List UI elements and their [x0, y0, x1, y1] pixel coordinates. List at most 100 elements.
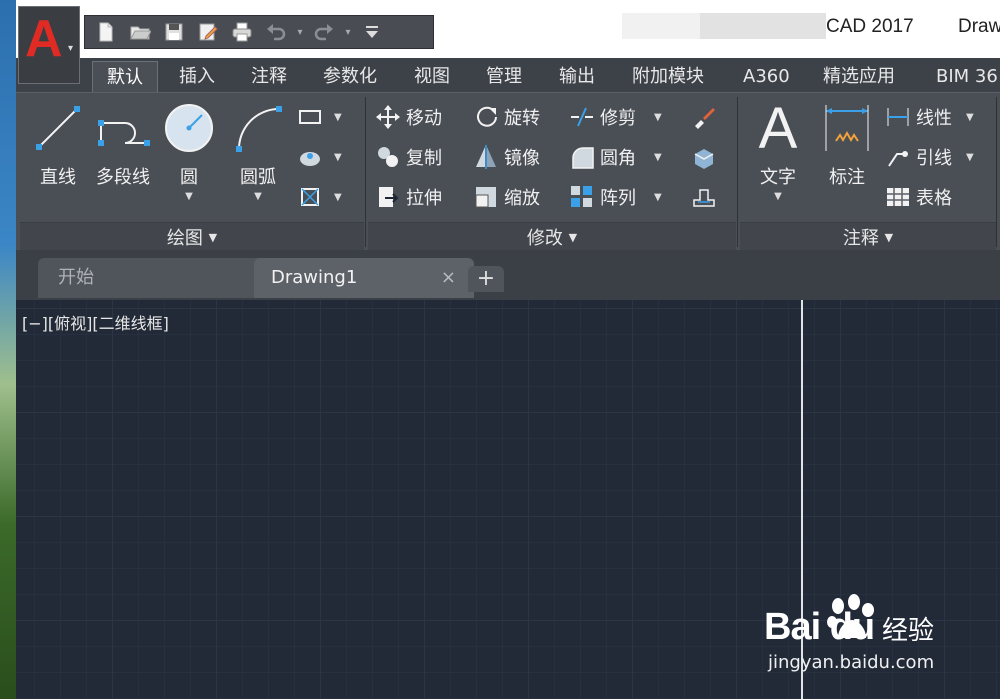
dimension-label: 标注 — [829, 167, 865, 188]
polyline-icon — [95, 99, 151, 157]
new-file-icon[interactable] — [91, 18, 121, 46]
arc-label: 圆弧 — [240, 167, 276, 188]
redo-icon[interactable] — [309, 18, 339, 46]
viewport-controls[interactable]: [−][俯视][二维线框] — [22, 310, 169, 334]
copy-label: 复制 — [406, 148, 442, 169]
chevron-down-icon: ▾ — [67, 43, 73, 54]
scale-button[interactable]: 缩放 — [472, 183, 540, 211]
new-tab-button[interactable]: + — [468, 266, 504, 292]
arc-button[interactable]: 圆弧 ▼ — [228, 99, 288, 202]
panel-divider — [737, 97, 738, 247]
rotate-label: 旋转 — [504, 108, 540, 129]
leader-button[interactable]: 引线 ▼ — [884, 143, 974, 171]
line-button[interactable]: 直线 — [28, 99, 88, 189]
rectangle-button[interactable]: ▼ — [296, 103, 342, 131]
print-icon[interactable] — [227, 18, 257, 46]
draw-panel-footer[interactable]: 绘图 ▼ — [20, 222, 364, 251]
region-button[interactable]: ▼ — [296, 183, 342, 211]
chevron-down-icon: ▼ — [884, 230, 894, 244]
chevron-down-icon[interactable]: ▼ — [160, 191, 218, 202]
document-title: Draw — [958, 16, 1000, 37]
polyline-button[interactable]: 多段线 — [90, 99, 156, 189]
tab-addins[interactable]: 附加模块 — [632, 61, 704, 92]
application-menu-button[interactable]: A ▾ — [18, 6, 80, 84]
draw-panel-title: 绘图 — [166, 228, 203, 249]
draw-panel: 直线 多段线 圆 ▼ 圆弧 ▼ ▼ ▼ ▼ 绘图 ▼ — [20, 93, 364, 251]
tab-bim360[interactable]: BIM 36 — [936, 61, 998, 92]
tab-annotate[interactable]: 注释 — [251, 61, 287, 92]
region-icon — [296, 183, 324, 211]
trim-button[interactable]: 修剪 ▼ — [568, 103, 662, 131]
leader-icon — [884, 143, 912, 171]
match-properties-button[interactable] — [690, 103, 722, 131]
chevron-down-icon: ▼ — [654, 151, 662, 163]
tab-start[interactable]: 开始 — [38, 258, 266, 298]
table-label: 表格 — [916, 188, 952, 209]
title-redacted-area — [622, 13, 700, 39]
circle-icon — [161, 99, 217, 157]
undo-icon[interactable] — [261, 18, 291, 46]
mirror-button[interactable]: 镜像 — [472, 143, 540, 171]
stretch-button[interactable]: 拉伸 — [374, 183, 442, 211]
explode-icon — [690, 143, 718, 171]
explode-button[interactable] — [690, 143, 722, 171]
tab-manage[interactable]: 管理 — [486, 61, 522, 92]
circle-button[interactable]: 圆 ▼ — [160, 99, 218, 202]
tab-insert[interactable]: 插入 — [179, 61, 215, 92]
table-button[interactable]: 表格 — [884, 183, 952, 211]
linear-dimension-icon — [884, 103, 912, 131]
tab-output[interactable]: 输出 — [559, 61, 595, 92]
move-icon — [374, 103, 402, 131]
save-as-icon[interactable] — [193, 18, 223, 46]
annotation-panel-footer[interactable]: 注释 ▼ — [740, 222, 996, 251]
copy-button[interactable]: 复制 — [374, 143, 442, 171]
tab-a360[interactable]: A360 — [743, 61, 790, 92]
rotate-button[interactable]: 旋转 — [472, 103, 540, 131]
chevron-down-icon: ▼ — [334, 191, 342, 203]
fillet-button[interactable]: 圆角 ▼ — [568, 143, 662, 171]
paintbrush-icon — [690, 103, 718, 131]
rectangle-icon — [296, 103, 324, 131]
baidu-jingyan-watermark: Bai du 经验 jingyan.baidu.com — [764, 592, 964, 682]
text-icon: A — [758, 95, 798, 161]
panel-divider — [365, 97, 366, 247]
array-button[interactable]: 阵列 ▼ — [568, 183, 662, 211]
watermark-jingyan: 经验 — [882, 616, 935, 646]
modify-panel-footer[interactable]: 修改 ▼ — [368, 222, 736, 251]
tab-default[interactable]: 默认 — [92, 61, 158, 92]
panel-divider — [996, 97, 997, 247]
document-tab-bar: 开始 Drawing1 × + — [16, 250, 1000, 300]
text-button[interactable]: A 文字 ▼ — [748, 95, 808, 203]
title-redacted-area-2 — [700, 13, 826, 39]
tab-drawing1-label: Drawing1 — [271, 267, 358, 288]
offset-button[interactable] — [690, 183, 722, 211]
line-label: 直线 — [40, 167, 76, 188]
leader-label: 引线 — [916, 148, 952, 169]
tab-parametric[interactable]: 参数化 — [323, 61, 377, 92]
tab-view[interactable]: 视图 — [414, 61, 450, 92]
chevron-down-icon: ▼ — [654, 111, 662, 123]
linear-dimension-button[interactable]: 线性 ▼ — [884, 103, 974, 131]
move-button[interactable]: 移动 — [374, 103, 442, 131]
rotate-icon — [472, 103, 500, 131]
save-icon[interactable] — [159, 18, 189, 46]
stretch-icon — [374, 183, 402, 211]
close-icon[interactable]: × — [441, 258, 456, 298]
redo-dropdown-icon[interactable]: ▾ — [343, 18, 353, 46]
dimension-icon — [819, 99, 875, 157]
watermark-brand: Bai du — [764, 606, 875, 648]
annotation-panel-title: 注释 — [842, 228, 879, 249]
fillet-label: 圆角 — [600, 148, 636, 169]
chevron-down-icon[interactable]: ▼ — [748, 191, 808, 202]
tab-drawing1[interactable]: Drawing1 × — [254, 258, 474, 298]
undo-dropdown-icon[interactable]: ▾ — [295, 18, 305, 46]
dimension-button[interactable]: 标注 — [816, 99, 878, 189]
tab-featured-apps[interactable]: 精选应用 — [823, 61, 895, 92]
chevron-down-icon[interactable]: ▼ — [228, 191, 288, 202]
customize-dropdown-icon[interactable] — [357, 18, 387, 46]
hatch-button[interactable]: ▼ — [296, 143, 342, 171]
copy-icon — [374, 143, 402, 171]
circle-label: 圆 — [180, 167, 198, 188]
open-folder-icon[interactable] — [125, 18, 155, 46]
ribbon-panel-area: 直线 多段线 圆 ▼ 圆弧 ▼ ▼ ▼ ▼ 绘图 ▼ 移动 旋转 修剪 ▼ 复制… — [16, 92, 1000, 251]
